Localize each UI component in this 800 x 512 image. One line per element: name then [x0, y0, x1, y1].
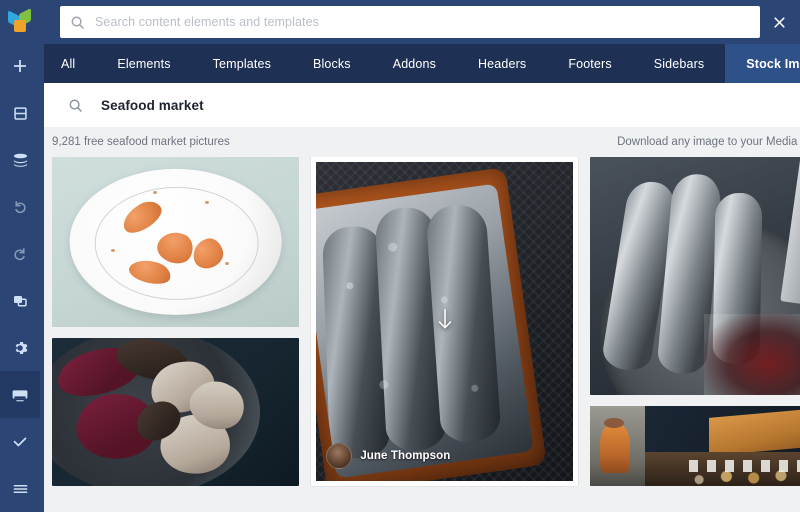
photo-market-stall [590, 406, 800, 486]
sidebar-item-layers[interactable] [0, 137, 40, 184]
tab-blocks[interactable]: Blocks [292, 44, 372, 83]
download-arrow-icon[interactable] [434, 306, 456, 337]
gear-icon [12, 340, 28, 356]
stock-search-input[interactable]: Seafood market [101, 98, 204, 113]
image-card-shellfish-bowl[interactable] [52, 338, 300, 486]
search-icon [70, 15, 85, 30]
author-avatar [326, 443, 353, 469]
check-icon [11, 433, 29, 451]
hamburger-icon [12, 482, 29, 496]
sidebar-item-publish[interactable] [0, 418, 40, 465]
layers-icon [12, 153, 29, 168]
tab-headers[interactable]: Headers [457, 44, 547, 83]
image-card-fish-on-ice[interactable]: June Thompson [311, 157, 579, 486]
image-gallery: June Thompson [40, 157, 800, 512]
category-tabs: All Elements Templates Blocks Addons Hea… [40, 44, 800, 83]
results-meta: 9,281 free seafood market pictures Downl… [40, 127, 800, 157]
tab-elements[interactable]: Elements [96, 44, 191, 83]
stock-images-modal: Search content elements and templates Al… [0, 0, 800, 512]
results-count: 9,281 free seafood market pictures [52, 136, 230, 148]
gallery-column-2: June Thompson [311, 157, 579, 512]
undo-icon [12, 199, 28, 215]
duplicate-icon [12, 293, 28, 309]
tab-stock-images[interactable]: Stock Images [725, 44, 800, 83]
photo-shrimp-plate [52, 157, 300, 327]
tab-all[interactable]: All [40, 44, 96, 83]
image-card-shrimp-plate[interactable] [52, 157, 300, 327]
photo-credit[interactable]: June Thompson [326, 443, 450, 469]
author-name: June Thompson [360, 450, 451, 462]
tab-addons[interactable]: Addons [372, 44, 457, 83]
sidebar-divider [40, 44, 44, 512]
sidebar-item-columns[interactable] [0, 90, 40, 137]
photo-sardines [590, 157, 800, 395]
gallery-column-3 [590, 157, 800, 512]
gallery-column-1 [52, 157, 300, 512]
sidebar-item-menu[interactable] [0, 465, 40, 512]
sidebar-item-responsive[interactable] [0, 371, 40, 419]
sidebar-item-undo[interactable] [0, 184, 40, 231]
global-search-input[interactable]: Search content elements and templates [60, 6, 760, 38]
plus-icon [12, 58, 28, 74]
app-logo[interactable] [0, 0, 40, 43]
sidebar-item-settings[interactable] [0, 324, 40, 371]
tab-sidebars[interactable]: Sidebars [633, 44, 726, 83]
global-search-bar: Search content elements and templates [0, 0, 800, 44]
layout-columns-icon [13, 106, 28, 121]
global-search-placeholder: Search content elements and templates [95, 15, 319, 29]
search-icon [68, 98, 83, 113]
download-hint: Download any image to your Media Library [617, 136, 800, 148]
sidebar-item-duplicate[interactable] [0, 278, 40, 325]
photo-shellfish-bowl [52, 338, 300, 486]
image-card-market-stall[interactable] [590, 406, 800, 486]
sidebar-item-add[interactable] [0, 43, 40, 90]
left-toolbar [0, 0, 40, 512]
close-icon[interactable] [768, 11, 790, 33]
tab-footers[interactable]: Footers [547, 44, 632, 83]
sidebar-item-redo[interactable] [0, 231, 40, 278]
redo-icon [12, 246, 28, 262]
stock-search-row[interactable]: Seafood market [40, 83, 800, 127]
tab-templates[interactable]: Templates [192, 44, 292, 83]
modal-content: Search content elements and templates Al… [0, 0, 800, 512]
desktop-icon [11, 387, 29, 403]
image-card-sardines[interactable] [590, 157, 800, 395]
